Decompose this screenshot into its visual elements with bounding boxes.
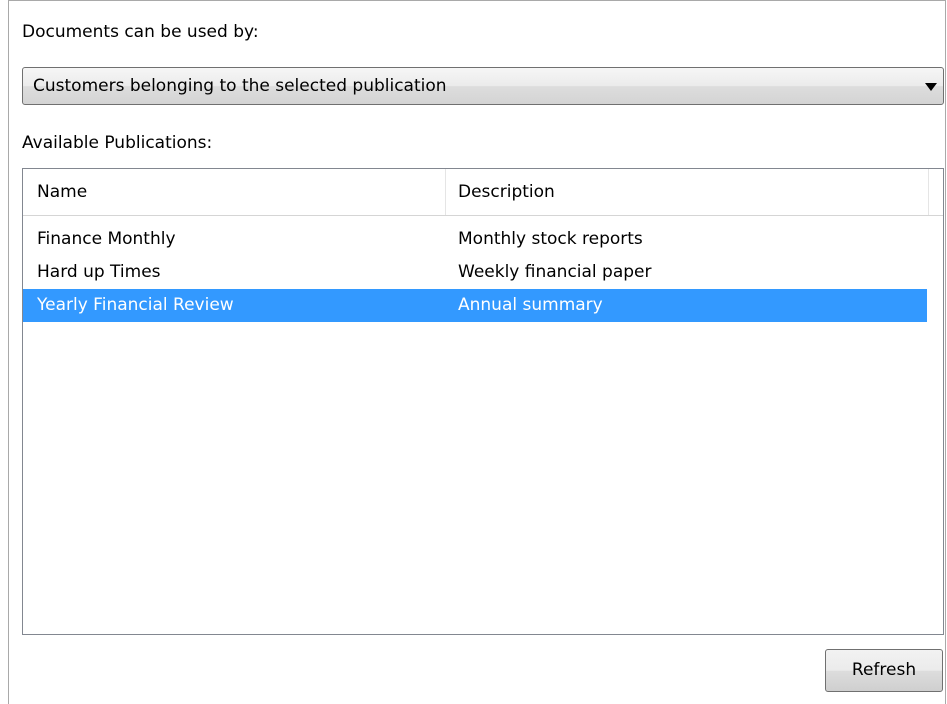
publications-listview[interactable]: Name Description Finance Monthly Monthly… — [22, 168, 944, 635]
publication-name: Yearly Financial Review — [37, 295, 234, 315]
refresh-button[interactable]: Refresh — [825, 649, 943, 692]
column-header-description[interactable]: Description — [446, 169, 929, 215]
publication-row[interactable]: Hard up Times Weekly financial paper — [23, 256, 943, 289]
publication-row[interactable]: Finance Monthly Monthly stock reports — [23, 223, 943, 256]
publication-description: Annual summary — [458, 295, 603, 315]
publication-name: Hard up Times — [37, 262, 161, 282]
documents-used-by-label: Documents can be used by: — [22, 22, 259, 42]
usage-combobox-value: Customers belonging to the selected publ… — [33, 76, 447, 96]
usage-combobox[interactable]: Customers belonging to the selected publ… — [22, 67, 944, 105]
available-publications-label: Available Publications: — [22, 133, 213, 153]
listview-header: Name Description — [23, 169, 943, 216]
publication-name: Finance Monthly — [37, 229, 176, 249]
publication-description: Monthly stock reports — [458, 229, 643, 249]
publication-row-selected[interactable]: Yearly Financial Review Annual summary — [23, 289, 927, 322]
column-header-filler — [929, 169, 943, 215]
dropdown-arrow-icon[interactable] — [925, 83, 937, 91]
publication-description: Weekly financial paper — [458, 262, 652, 282]
publications-rows: Finance Monthly Monthly stock reports Ha… — [23, 223, 943, 322]
column-header-name[interactable]: Name — [23, 169, 446, 215]
